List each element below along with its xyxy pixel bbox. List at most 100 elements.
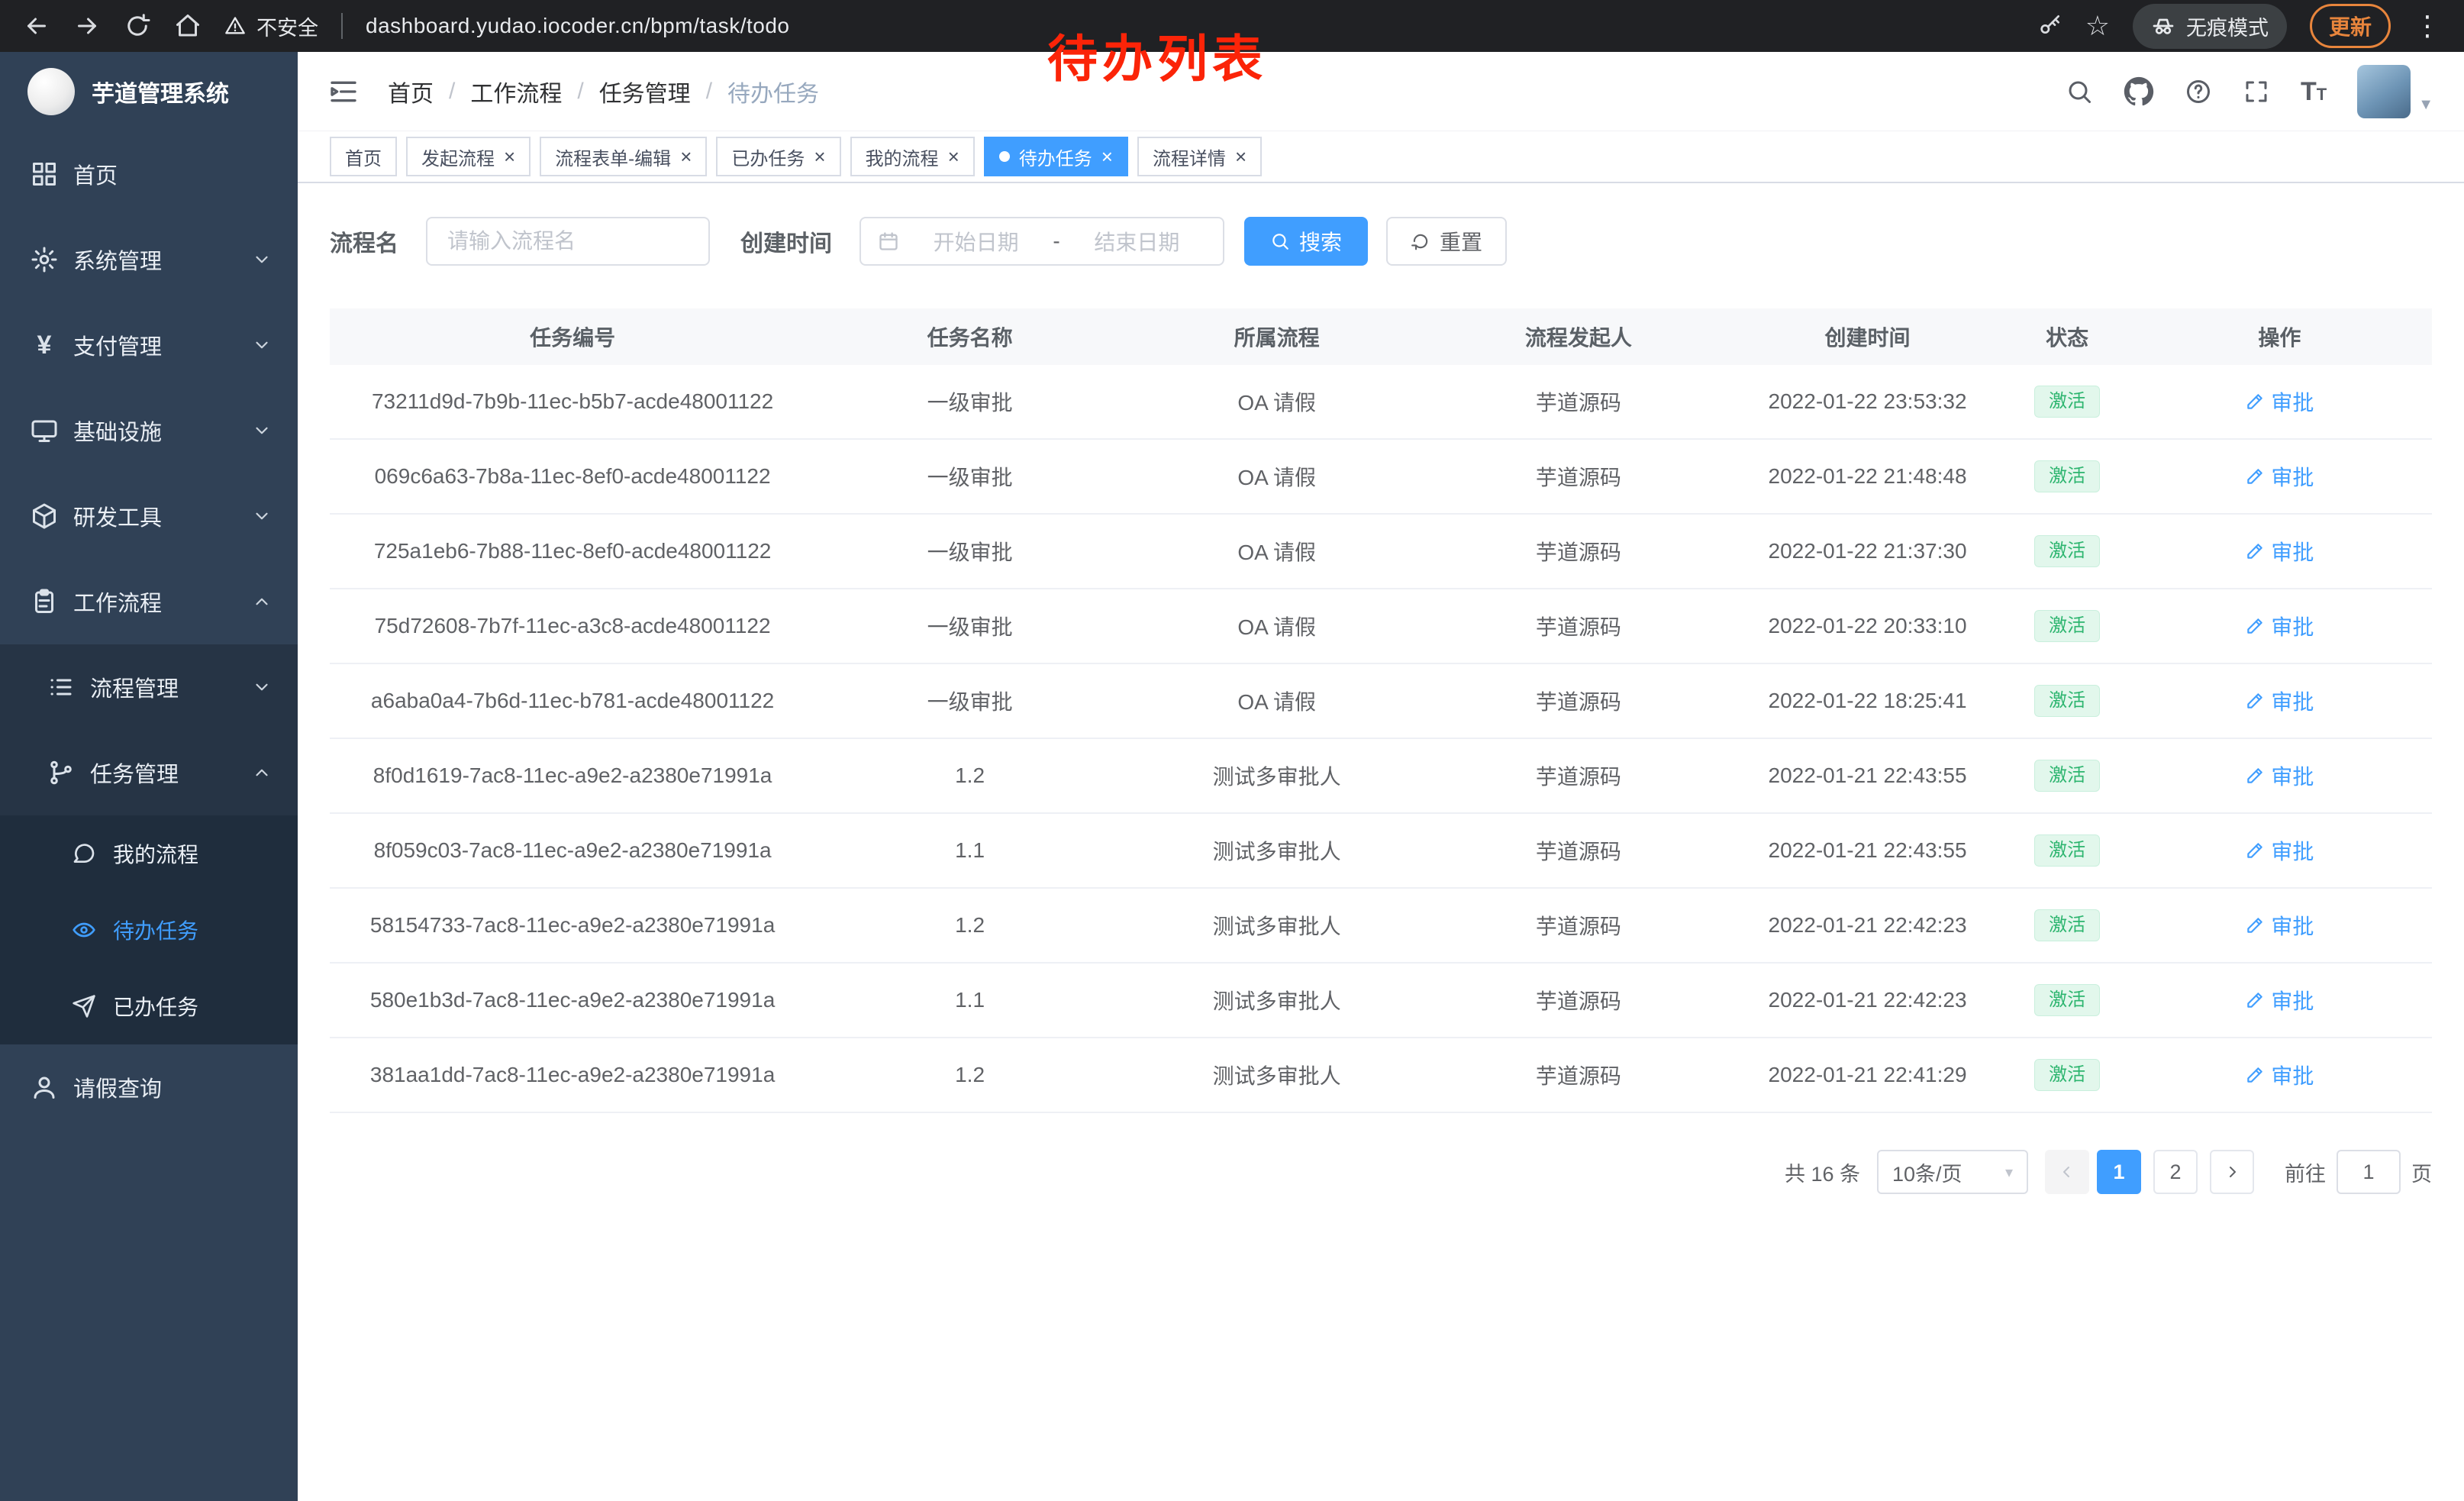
- goto-page-input[interactable]: [2337, 1150, 2401, 1194]
- sidebar-item-label: 支付管理: [73, 329, 162, 361]
- tab-form-edit[interactable]: 流程表单-编辑 ×: [540, 137, 707, 176]
- cell-created: 2022-01-21 22:42:23: [1727, 913, 2007, 938]
- approve-link[interactable]: 审批: [2245, 985, 2314, 1015]
- browser-forward-icon[interactable]: [73, 12, 101, 40]
- browser-menu-icon[interactable]: ⋮: [2414, 10, 2441, 42]
- breadcrumb-workflow[interactable]: 工作流程: [470, 75, 562, 108]
- chevron-down-icon: [252, 677, 272, 697]
- tab-home[interactable]: 首页: [330, 137, 397, 176]
- tab-close-icon[interactable]: ×: [814, 147, 825, 166]
- calendar-icon: [878, 231, 899, 252]
- password-key-icon[interactable]: [2038, 14, 2062, 38]
- date-range-picker[interactable]: 开始日期 - 结束日期: [859, 217, 1224, 266]
- page-button-2[interactable]: 2: [2153, 1150, 2198, 1194]
- edit-icon: [2245, 766, 2265, 786]
- approve-link[interactable]: 审批: [2245, 686, 2314, 716]
- sidebar-item-infrastructure[interactable]: 基础设施: [0, 388, 298, 473]
- prev-page-button[interactable]: [2045, 1150, 2089, 1194]
- sidebar-item-home[interactable]: 首页: [0, 131, 298, 217]
- page-button-1[interactable]: 1: [2097, 1150, 2141, 1194]
- sidebar-logo[interactable]: 芋道管理系统: [0, 52, 298, 131]
- edit-icon: [2245, 392, 2265, 412]
- approve-link[interactable]: 审批: [2245, 760, 2314, 791]
- sidebar-item-label: 待办任务: [113, 915, 198, 945]
- font-size-icon[interactable]: TT: [2301, 79, 2327, 105]
- approve-link[interactable]: 审批: [2245, 1060, 2314, 1090]
- tab-close-icon[interactable]: ×: [1101, 147, 1113, 166]
- sidebar-item-devtools[interactable]: 研发工具: [0, 473, 298, 559]
- status-badge: 激活: [2034, 610, 2100, 642]
- tab-close-icon[interactable]: ×: [504, 147, 515, 166]
- page-size-select[interactable]: 10条/页 ▾: [1877, 1150, 2028, 1194]
- sidebar-item-label: 基础设施: [73, 415, 162, 447]
- cell-task-id: 381aa1dd-7ac8-11ec-a9e2-a2380e71991a: [330, 1063, 815, 1087]
- sidebar-item-done-tasks[interactable]: 已办任务: [0, 968, 298, 1044]
- status-badge: 激活: [2034, 460, 2100, 492]
- end-date-placeholder[interactable]: 结束日期: [1068, 226, 1206, 257]
- security-indicator[interactable]: 不安全: [224, 11, 318, 41]
- tab-close-icon[interactable]: ×: [948, 147, 959, 166]
- browser-reload-icon[interactable]: [124, 12, 151, 40]
- browser-back-icon[interactable]: [23, 12, 50, 40]
- search-button[interactable]: 搜索: [1244, 217, 1368, 266]
- sidebar-item-leave-query[interactable]: 请假查询: [0, 1044, 298, 1130]
- navbar-right: TT ▼: [2066, 65, 2433, 118]
- cell-task-name: 一级审批: [815, 686, 1124, 716]
- help-icon[interactable]: [2185, 78, 2212, 105]
- status-badge: 激活: [2034, 535, 2100, 567]
- tab-process-detail[interactable]: 流程详情 ×: [1137, 137, 1262, 176]
- sidebar-item-label: 首页: [73, 158, 118, 190]
- tab-close-icon[interactable]: ×: [1235, 147, 1247, 166]
- user-menu[interactable]: ▼: [2357, 65, 2433, 118]
- tab-my-process[interactable]: 我的流程 ×: [850, 137, 975, 176]
- table-row: 8f0d1619-7ac8-11ec-a9e2-a2380e71991a 1.2…: [330, 739, 2432, 814]
- approve-link[interactable]: 审批: [2245, 910, 2314, 941]
- avatar[interactable]: [2357, 65, 2411, 118]
- cell-created: 2022-01-22 20:33:10: [1727, 614, 2007, 638]
- next-page-button[interactable]: [2210, 1150, 2254, 1194]
- tab-done-tasks[interactable]: 已办任务 ×: [716, 137, 840, 176]
- sidebar-item-task-mgmt[interactable]: 任务管理: [0, 730, 298, 815]
- column-process: 所属流程: [1124, 321, 1429, 352]
- tab-close-icon[interactable]: ×: [680, 147, 692, 166]
- collapse-sidebar-icon[interactable]: [328, 76, 359, 107]
- edit-icon: [2245, 466, 2265, 486]
- reset-button[interactable]: 重置: [1386, 217, 1507, 266]
- cell-process: 测试多审批人: [1124, 760, 1429, 791]
- sidebar-item-my-process[interactable]: 我的流程: [0, 815, 298, 892]
- process-name-input[interactable]: [426, 217, 710, 266]
- approve-link[interactable]: 审批: [2245, 611, 2314, 641]
- cell-process: 测试多审批人: [1124, 910, 1429, 941]
- sidebar-item-payment[interactable]: ¥ 支付管理: [0, 302, 298, 388]
- column-task-name: 任务名称: [815, 321, 1124, 352]
- sidebar-item-todo-tasks[interactable]: 待办任务: [0, 892, 298, 968]
- bookmark-star-icon[interactable]: ☆: [2085, 12, 2110, 40]
- todo-task-table: 任务编号 任务名称 所属流程 流程发起人 创建时间 状态 操作 73211d9d…: [330, 308, 2432, 1113]
- tab-todo-tasks[interactable]: 待办任务 ×: [984, 137, 1128, 176]
- approve-link[interactable]: 审批: [2245, 461, 2314, 492]
- approve-link[interactable]: 审批: [2245, 386, 2314, 417]
- sidebar-item-label: 任务管理: [90, 757, 179, 789]
- tags-view: 首页 发起流程 × 流程表单-编辑 × 已办任务 × 我的流程 ×: [298, 131, 2464, 183]
- approve-label: 审批: [2271, 910, 2314, 941]
- status-badge: 激活: [2034, 834, 2100, 867]
- start-date-placeholder[interactable]: 开始日期: [907, 226, 1045, 257]
- sidebar-item-workflow[interactable]: 工作流程: [0, 559, 298, 644]
- tab-label: 流程详情: [1153, 144, 1226, 170]
- browser-home-icon[interactable]: [174, 12, 202, 40]
- table-row: 725a1eb6-7b88-11ec-8ef0-acde48001122 一级审…: [330, 515, 2432, 589]
- breadcrumb-home[interactable]: 首页: [388, 75, 434, 108]
- update-button[interactable]: 更新: [2310, 4, 2391, 48]
- page: 待办列表 不安全 dashboard.yudao.iocoder.cn/bpm/…: [0, 0, 2464, 1501]
- sidebar-item-system[interactable]: 系统管理: [0, 217, 298, 302]
- github-icon[interactable]: [2124, 76, 2154, 107]
- breadcrumb-task-mgmt[interactable]: 任务管理: [599, 75, 691, 108]
- security-label: 不安全: [256, 11, 318, 41]
- search-icon[interactable]: [2066, 78, 2093, 105]
- fullscreen-icon[interactable]: [2243, 78, 2270, 105]
- sidebar-item-process-mgmt[interactable]: 流程管理: [0, 644, 298, 730]
- address-url[interactable]: dashboard.yudao.iocoder.cn/bpm/task/todo: [366, 14, 789, 38]
- approve-link[interactable]: 审批: [2245, 835, 2314, 866]
- tab-start-process[interactable]: 发起流程 ×: [406, 137, 531, 176]
- approve-link[interactable]: 审批: [2245, 536, 2314, 567]
